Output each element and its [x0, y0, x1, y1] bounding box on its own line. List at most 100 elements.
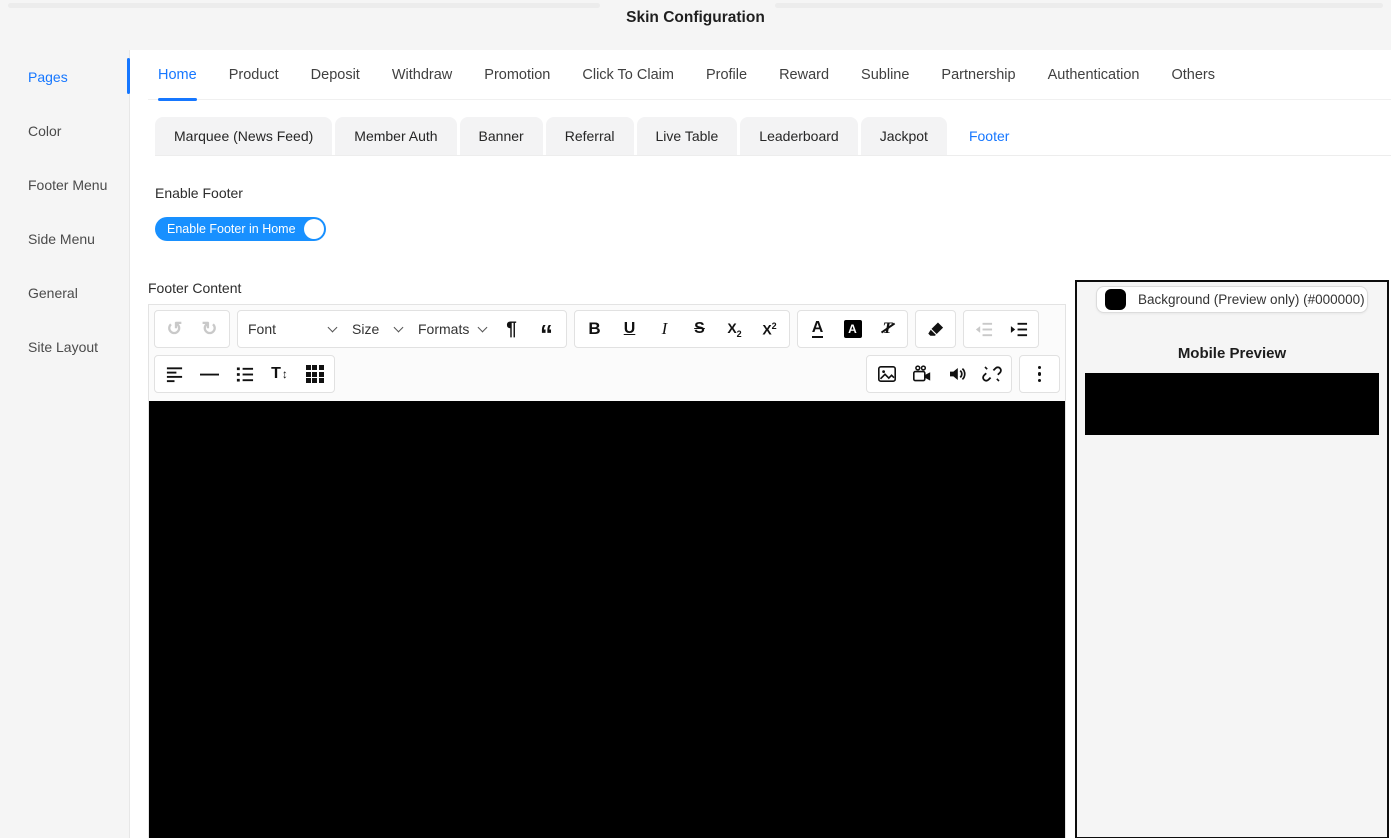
redo-button[interactable]: ↻: [192, 312, 227, 346]
background-color-button[interactable]: A: [835, 312, 870, 346]
background-color-icon: A: [844, 320, 862, 338]
subscript-icon: X2: [727, 320, 741, 339]
header: Skin Configuration: [0, 0, 1391, 50]
tab-product[interactable]: Product: [229, 50, 279, 100]
sidebar-item-side-menu[interactable]: Side Menu: [0, 212, 129, 266]
mobile-preview-title: Mobile Preview: [1077, 345, 1387, 362]
mobile-preview-panel: Background (Preview only) (#000000) Mobi…: [1075, 280, 1389, 838]
subtab-leaderboard[interactable]: Leaderboard: [740, 117, 857, 155]
editor-content-area[interactable]: [149, 401, 1065, 838]
italic-icon: I: [662, 319, 668, 339]
subtab-footer[interactable]: Footer: [950, 117, 1028, 155]
section-tabbar: Marquee (News Feed) Member Auth Banner R…: [155, 117, 1391, 156]
unlink-button[interactable]: [974, 357, 1009, 391]
footer-content-editor: ↺ ↻ Font Size: [148, 304, 1066, 838]
paragraph-button[interactable]: ¶: [494, 312, 529, 346]
background-picker-label: Background (Preview only) (#000000): [1138, 292, 1365, 307]
page-title: Skin Configuration: [0, 9, 1391, 27]
subtab-marquee-news-feed[interactable]: Marquee (News Feed): [155, 117, 332, 155]
horizontal-rule-button[interactable]: —: [192, 357, 227, 391]
italic-button[interactable]: I: [647, 312, 682, 346]
enable-footer-switch[interactable]: Enable Footer in Home: [155, 217, 326, 241]
text-style-button[interactable]: T: [870, 312, 905, 346]
tab-subline[interactable]: Subline: [861, 50, 909, 100]
table-button[interactable]: [297, 357, 332, 391]
ordered-list-icon: [235, 365, 254, 384]
font-size-dropdown[interactable]: Size: [344, 312, 410, 346]
image-icon: [877, 364, 897, 384]
tab-partnership[interactable]: Partnership: [941, 50, 1015, 100]
strikethrough-button[interactable]: S: [682, 312, 717, 346]
header-divider-right: [775, 3, 1383, 8]
indent-button[interactable]: [1001, 312, 1036, 346]
superscript-icon: X2: [762, 321, 776, 338]
align-left-button[interactable]: [157, 357, 192, 391]
mobile-preview-screen: [1085, 373, 1379, 435]
main-content: Home Product Deposit Withdraw Promotion …: [130, 50, 1391, 838]
unlink-icon: [982, 364, 1002, 384]
background-color-picker[interactable]: Background (Preview only) (#000000): [1096, 286, 1368, 313]
editor-toolbar: ↺ ↻ Font Size: [149, 305, 1065, 401]
line-height-button[interactable]: T↕: [262, 357, 297, 391]
ordered-list-button[interactable]: [227, 357, 262, 391]
sidebar-item-pages[interactable]: Pages: [0, 50, 129, 104]
tab-withdraw[interactable]: Withdraw: [392, 50, 452, 100]
tab-click-to-claim[interactable]: Click To Claim: [582, 50, 674, 100]
more-options-button[interactable]: [1022, 357, 1057, 391]
insert-video-button[interactable]: [904, 357, 939, 391]
eraser-icon: [926, 320, 945, 339]
outdent-icon: [974, 320, 993, 339]
table-grid-icon: [306, 365, 324, 383]
align-left-icon: [165, 365, 184, 384]
superscript-button[interactable]: X2: [752, 312, 787, 346]
bold-button[interactable]: B: [577, 312, 612, 346]
subtab-jackpot[interactable]: Jackpot: [861, 117, 947, 155]
page-tabbar: Home Product Deposit Withdraw Promotion …: [148, 50, 1391, 100]
tab-deposit[interactable]: Deposit: [311, 50, 360, 100]
line-height-icon: T↕: [271, 365, 288, 383]
sidebar-item-color[interactable]: Color: [0, 104, 129, 158]
strikethrough-icon: S: [694, 320, 705, 338]
chevron-down-icon: [394, 322, 404, 332]
tab-profile[interactable]: Profile: [706, 50, 747, 100]
sidebar-item-footer-menu[interactable]: Footer Menu: [0, 158, 129, 212]
text-style-icon: T: [883, 320, 893, 338]
blockquote-button[interactable]: “: [529, 312, 564, 346]
tab-home[interactable]: Home: [158, 50, 197, 100]
font-color-icon: A: [812, 320, 824, 339]
underline-button[interactable]: U: [612, 312, 647, 346]
clear-formatting-button[interactable]: [918, 312, 953, 346]
horizontal-rule-icon: —: [200, 365, 219, 384]
tab-others[interactable]: Others: [1171, 50, 1215, 100]
background-swatch: [1105, 289, 1126, 310]
font-family-dropdown[interactable]: Font: [240, 312, 344, 346]
underline-icon: U: [624, 320, 636, 338]
bold-icon: B: [588, 319, 600, 339]
undo-button[interactable]: ↺: [157, 312, 192, 346]
chevron-down-icon: [478, 322, 488, 332]
subtab-member-auth[interactable]: Member Auth: [335, 117, 456, 155]
outdent-button[interactable]: [966, 312, 1001, 346]
enable-footer-label: Enable Footer: [155, 185, 1391, 201]
audio-icon: [947, 364, 967, 384]
undo-icon: ↺: [167, 320, 183, 339]
subscript-button[interactable]: X2: [717, 312, 752, 346]
tab-reward[interactable]: Reward: [779, 50, 829, 100]
sidebar-item-site-layout[interactable]: Site Layout: [0, 320, 129, 374]
tab-authentication[interactable]: Authentication: [1048, 50, 1140, 100]
indent-icon: [1009, 320, 1028, 339]
sidebar-active-indicator: [127, 58, 130, 94]
switch-knob: [304, 219, 324, 239]
insert-audio-button[interactable]: [939, 357, 974, 391]
formats-dropdown[interactable]: Formats: [410, 312, 494, 346]
insert-image-button[interactable]: [869, 357, 904, 391]
more-vertical-icon: [1038, 366, 1042, 383]
font-color-button[interactable]: A: [800, 312, 835, 346]
sidebar-item-general[interactable]: General: [0, 266, 129, 320]
subtab-referral[interactable]: Referral: [546, 117, 634, 155]
subtab-live-table[interactable]: Live Table: [637, 117, 738, 155]
footer-content-label: Footer Content: [148, 280, 1066, 296]
subtab-banner[interactable]: Banner: [460, 117, 543, 155]
chevron-down-icon: [328, 322, 338, 332]
tab-promotion[interactable]: Promotion: [484, 50, 550, 100]
